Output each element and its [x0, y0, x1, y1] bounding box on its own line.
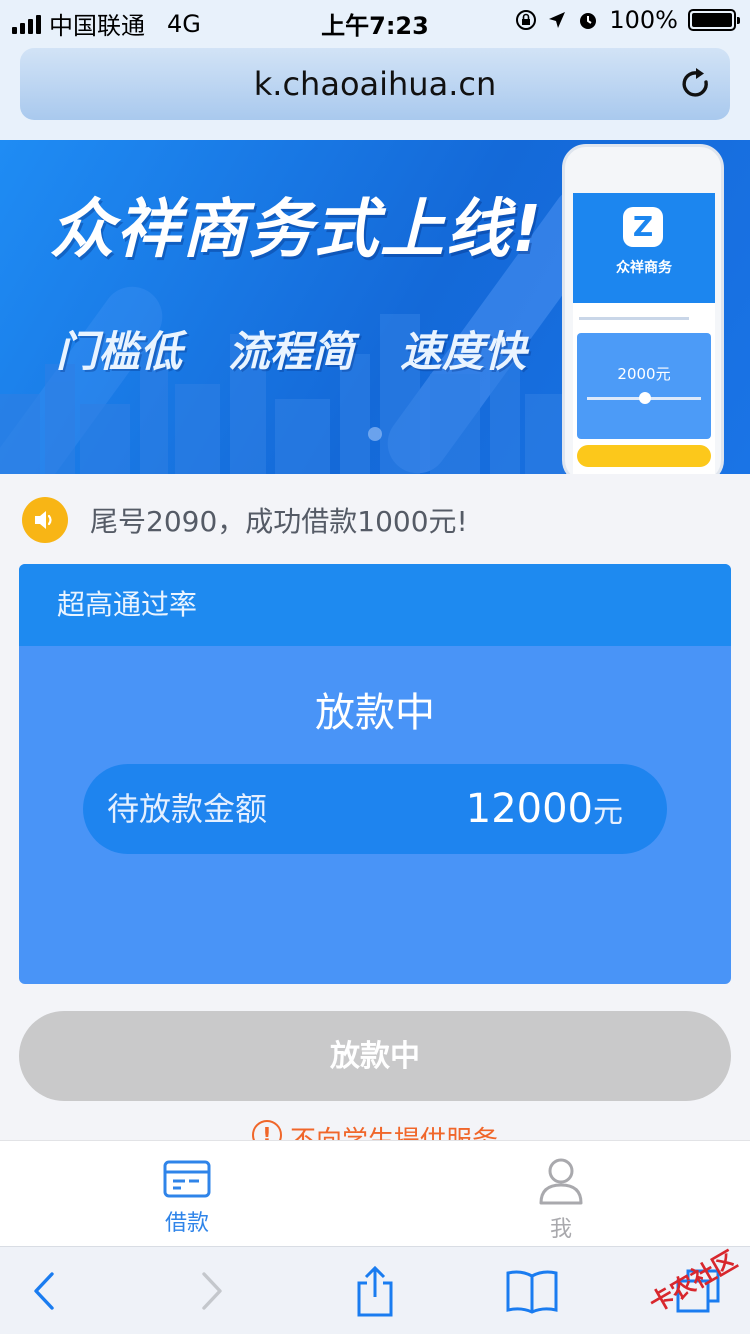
pending-amount-pill: 待放款金额 12000元: [83, 764, 667, 854]
location-arrow-icon: [549, 12, 566, 28]
back-button[interactable]: [14, 1261, 74, 1321]
phone-mockup-image: Z 众祥商务 2000元: [562, 144, 724, 474]
tab-me-label: 我: [549, 1217, 572, 1242]
status-bar: 中国联通 4G 上午7:23 100%: [0, 0, 750, 40]
url-text: k.chaoaihua.cn: [253, 65, 497, 103]
banner-features: 门槛低 流程简 速度快: [56, 318, 526, 379]
card-header: 超高通过率: [19, 564, 731, 646]
reload-icon[interactable]: [678, 66, 714, 102]
share-icon: [357, 1265, 393, 1317]
feature-simple-process: 流程简: [228, 327, 355, 376]
alarm-icon: [580, 13, 597, 29]
tab-loan[interactable]: 借款: [87, 1141, 287, 1247]
tab-me[interactable]: 我: [461, 1141, 661, 1247]
book-icon: [506, 1270, 558, 1314]
pending-amount-unit: 元: [593, 795, 623, 830]
speaker-icon: [22, 497, 68, 543]
promo-banner[interactable]: 众祥商务式上线! 门槛低 流程简 速度快 Z 众祥商务 2000元: [0, 140, 750, 474]
app-logo-icon: Z: [623, 207, 663, 247]
orientation-lock-icon: [516, 10, 537, 30]
phone-amount-text: 2000元: [617, 365, 671, 383]
forward-button[interactable]: [182, 1261, 242, 1321]
loan-notice: 尾号2090，成功借款1000元!: [22, 496, 468, 544]
banner-title: 众祥商务式上线!: [50, 193, 544, 267]
bottom-tab-bar: 借款 我: [0, 1140, 750, 1246]
card-icon: [163, 1160, 211, 1198]
pending-amount-value: 12000元: [466, 764, 623, 862]
browser-toolbar: [0, 1246, 750, 1334]
feature-fast-speed: 速度快: [400, 327, 527, 376]
chevron-right-icon: [202, 1272, 222, 1310]
warning-icon: !: [251, 1120, 282, 1142]
bookmarks-button[interactable]: [502, 1261, 562, 1321]
loan-status-card: 超高通过率 放款中 待放款金额 12000元: [19, 564, 731, 984]
address-bar[interactable]: k.chaoaihua.cn: [20, 48, 730, 120]
loan-status-text: 放款中: [315, 690, 435, 736]
tab-loan-label: 借款: [164, 1211, 209, 1236]
battery-icon: [688, 9, 740, 31]
browser-header: k.chaoaihua.cn: [0, 40, 750, 140]
battery-percent: 100%: [609, 6, 678, 34]
phone-brand-text: 众祥商务: [616, 260, 672, 276]
feature-low-threshold: 门槛低: [56, 327, 183, 376]
pending-amount-number: 12000: [465, 786, 593, 832]
student-warning: ! 不向学生提供服务: [0, 1120, 750, 1142]
notice-text: 尾号2090，成功借款1000元!: [90, 505, 468, 538]
pending-amount-label: 待放款金额: [107, 790, 268, 828]
user-icon: [539, 1158, 583, 1205]
chevron-left-icon: [34, 1272, 54, 1310]
share-button[interactable]: [345, 1261, 405, 1321]
disbursing-button[interactable]: 放款中: [19, 1011, 731, 1101]
